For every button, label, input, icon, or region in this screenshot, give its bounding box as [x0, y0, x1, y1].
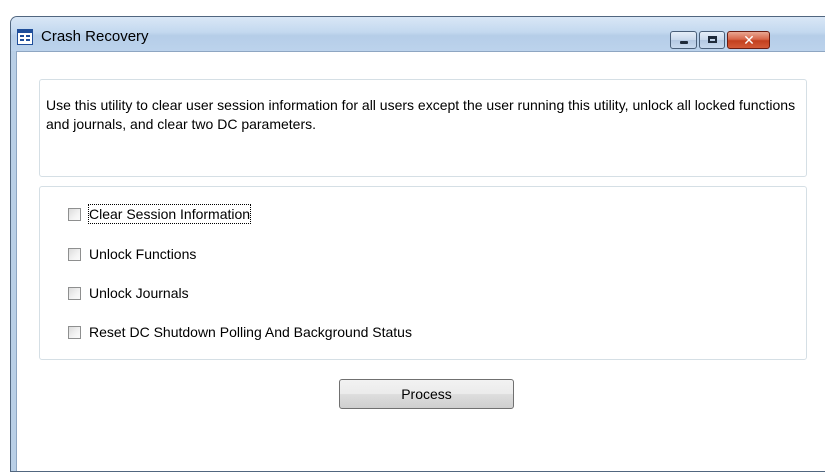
checkbox-clear-session[interactable]	[68, 207, 81, 221]
minimize-icon	[680, 41, 688, 44]
minimize-button[interactable]	[670, 31, 697, 49]
maximize-button[interactable]	[699, 31, 725, 49]
title-bar[interactable]: Crash Recovery ✕	[11, 17, 825, 51]
option-unlock-journals[interactable]: Unlock Journals	[68, 283, 189, 303]
option-label[interactable]: Unlock Functions	[89, 245, 196, 263]
crash-recovery-window: Crash Recovery ✕ Use this utility to cle…	[10, 16, 825, 472]
checkbox-reset-dc[interactable]	[68, 325, 81, 339]
window-title: Crash Recovery	[41, 28, 149, 45]
close-icon: ✕	[743, 32, 755, 48]
description-group: Use this utility to clear user session i…	[39, 79, 807, 177]
process-button[interactable]: Process	[339, 379, 514, 409]
dialog-client-area: Use this utility to clear user session i…	[16, 51, 825, 471]
option-reset-dc[interactable]: Reset DC Shutdown Polling And Background…	[68, 322, 412, 342]
app-window-icon	[17, 29, 33, 45]
option-unlock-functions[interactable]: Unlock Functions	[68, 244, 196, 264]
maximize-icon	[708, 36, 717, 43]
close-button[interactable]: ✕	[727, 31, 770, 49]
option-clear-session[interactable]: Clear Session Information	[68, 204, 252, 224]
option-label[interactable]: Clear Session Information	[87, 204, 252, 224]
checkbox-unlock-journals[interactable]	[68, 286, 81, 300]
description-text: Use this utility to clear user session i…	[46, 97, 796, 132]
checkbox-unlock-functions[interactable]	[68, 247, 81, 261]
options-group: Clear Session Information Unlock Functio…	[39, 186, 807, 360]
option-label[interactable]: Unlock Journals	[89, 284, 189, 302]
option-label[interactable]: Reset DC Shutdown Polling And Background…	[89, 323, 412, 341]
